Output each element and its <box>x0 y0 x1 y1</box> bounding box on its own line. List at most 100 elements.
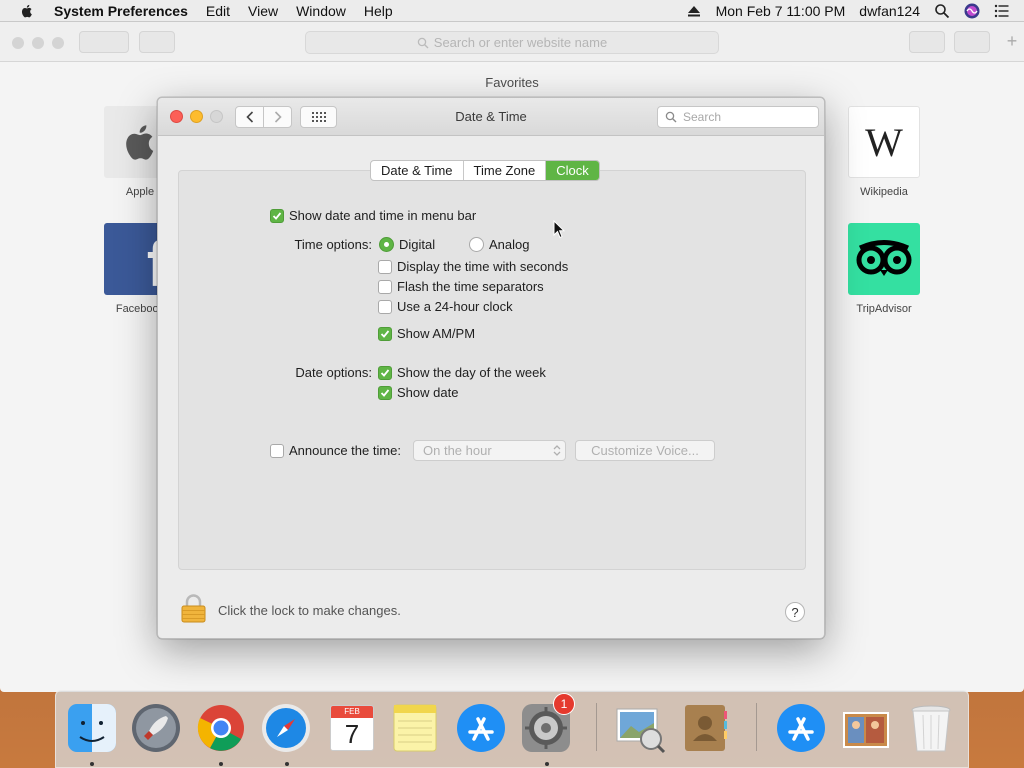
dock-calendar[interactable]: FEB 7 <box>324 701 378 755</box>
menu-help[interactable]: Help <box>364 3 393 19</box>
show-ampm-option[interactable]: Show AM/PM <box>378 326 475 341</box>
show-ampm-checkbox[interactable] <box>378 326 392 341</box>
mouse-cursor-icon <box>553 220 565 239</box>
share-icon[interactable] <box>909 31 945 53</box>
safari-minimize-button[interactable] <box>32 37 44 49</box>
trash-icon <box>911 705 951 752</box>
app-name-menu[interactable]: System Preferences <box>54 3 188 19</box>
menu-edit[interactable]: Edit <box>206 3 230 19</box>
safari-zoom-button[interactable] <box>52 37 64 49</box>
favorites-title: Favorites <box>485 75 539 90</box>
show-in-menubar-label: Show date and time in menu bar <box>289 208 477 223</box>
apple-icon[interactable] <box>19 3 35 19</box>
lock-message: Click the lock to make changes. <box>218 603 401 618</box>
date-options-label: Date options: <box>295 365 372 380</box>
seconds-option[interactable]: Display the time with seconds <box>378 259 568 274</box>
dock-separator <box>756 703 757 751</box>
favorite-wikipedia[interactable]: W Wikipedia <box>848 106 920 198</box>
menubar-clock[interactable]: Mon Feb 7 11:00 PM <box>716 3 846 19</box>
contacts-book-icon <box>685 705 727 751</box>
new-tab-icon[interactable]: + <box>1000 31 1024 53</box>
show-in-menubar-option[interactable]: Show date and time in menu bar <box>270 208 476 223</box>
help-button[interactable]: ? <box>785 602 805 622</box>
notes-icon <box>393 704 437 752</box>
dock-notes[interactable] <box>388 701 442 755</box>
dock-trash[interactable] <box>904 701 958 755</box>
analog-radio[interactable] <box>469 237 484 252</box>
checkmark-icon <box>380 368 390 377</box>
24-hour-checkbox[interactable] <box>378 299 392 314</box>
preview-icon <box>616 708 666 754</box>
search-icon <box>417 37 429 48</box>
safari-compass-icon <box>262 704 310 752</box>
checkmark-icon <box>380 388 390 397</box>
flash-separators-checkbox[interactable] <box>378 279 392 294</box>
running-indicator <box>545 762 549 766</box>
announce-time-option[interactable]: Announce the time: <box>270 443 401 458</box>
dock-launchpad[interactable] <box>129 701 183 755</box>
menubar-user[interactable]: dwfan124 <box>859 3 920 19</box>
day-of-week-checkbox[interactable] <box>378 365 392 380</box>
lock-icon[interactable] <box>181 594 206 623</box>
finder-icon <box>68 704 116 752</box>
analog-option[interactable]: Analog <box>469 237 529 252</box>
dock-documents-stack[interactable] <box>839 701 893 755</box>
announce-interval-select[interactable]: On the hour <box>413 440 566 461</box>
date-time-preferences-window: Date & Time Search Date & Time Time Zone… <box>157 97 825 639</box>
show-in-menubar-checkbox[interactable] <box>270 208 284 223</box>
digital-radio[interactable] <box>379 237 394 252</box>
dock-contacts[interactable] <box>678 701 732 755</box>
flash-separators-option[interactable]: Flash the time separators <box>378 279 544 294</box>
address-placeholder: Search or enter website name <box>433 35 608 50</box>
favorite-tripadvisor[interactable]: TripAdvisor <box>848 223 920 315</box>
24-hour-option[interactable]: Use a 24-hour clock <box>378 299 513 314</box>
favorite-label: Wikipedia <box>860 186 908 198</box>
announce-time-checkbox[interactable] <box>270 443 284 458</box>
time-options-label: Time options: <box>294 237 372 252</box>
notification-center-icon[interactable] <box>994 3 1010 19</box>
favorite-label: TripAdvisor <box>856 303 912 315</box>
tabs-overview-icon[interactable] <box>954 31 990 53</box>
tab-date-time[interactable]: Date & Time <box>371 161 464 180</box>
wikipedia-logo-icon: W <box>848 106 920 178</box>
photo-stack-icon <box>843 712 889 748</box>
preferences-search-field[interactable]: Search <box>657 106 819 128</box>
menu-bar: System Preferences Edit View Window Help… <box>0 0 1024 22</box>
running-indicator <box>219 762 223 766</box>
tab-clock[interactable]: Clock <box>546 161 599 180</box>
announce-time-label: Announce the time: <box>289 443 402 458</box>
dock-safari[interactable] <box>259 701 313 755</box>
dock-preview[interactable] <box>613 701 667 755</box>
day-of-week-option[interactable]: Show the day of the week <box>378 365 546 380</box>
window-titlebar: Date & Time Search <box>158 98 824 136</box>
siri-icon[interactable] <box>964 3 980 19</box>
customize-voice-button[interactable]: Customize Voice... <box>575 440 715 461</box>
show-date-option[interactable]: Show date <box>378 385 458 400</box>
dock-app-store[interactable] <box>454 701 508 755</box>
menu-view[interactable]: View <box>248 3 278 19</box>
digital-option[interactable]: Digital <box>379 237 435 252</box>
flash-separators-label: Flash the time separators <box>397 279 544 294</box>
safari-toolbar: Search or enter website name + <box>0 22 1024 62</box>
sidebar-toggle-icon[interactable] <box>139 31 175 53</box>
menu-window[interactable]: Window <box>296 3 346 19</box>
safari-close-button[interactable] <box>12 37 24 49</box>
announce-interval-value: On the hour <box>423 443 492 458</box>
app-store-icon <box>777 704 825 752</box>
dock-system-preferences[interactable]: 1 <box>519 693 575 755</box>
calendar-icon: FEB 7 <box>330 705 374 751</box>
tab-bar: Date & Time Time Zone Clock <box>370 160 600 181</box>
eject-icon[interactable] <box>686 3 702 19</box>
safari-address-bar[interactable]: Search or enter website name <box>305 31 719 54</box>
tripadvisor-owl-icon <box>848 223 920 295</box>
24-hour-label: Use a 24-hour clock <box>397 299 513 314</box>
dock-chrome[interactable] <box>194 701 248 755</box>
tab-time-zone[interactable]: Time Zone <box>464 161 547 180</box>
spotlight-search-icon[interactable] <box>934 3 950 19</box>
checkmark-icon <box>272 211 282 220</box>
seconds-checkbox[interactable] <box>378 259 392 274</box>
show-date-checkbox[interactable] <box>378 385 392 400</box>
safari-back-forward-buttons[interactable] <box>79 31 129 53</box>
dock-finder[interactable] <box>65 701 119 755</box>
dock-downloads-stack[interactable] <box>774 701 828 755</box>
